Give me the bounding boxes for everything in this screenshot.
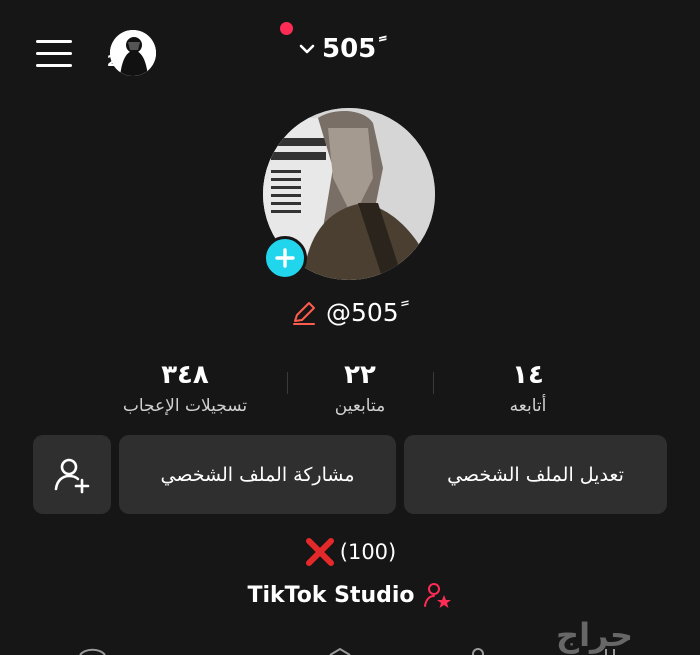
notification-count: 2: [107, 52, 118, 70]
account-name: 505ً: [322, 34, 377, 64]
account-switcher[interactable]: 505ً: [298, 34, 376, 64]
pencil-icon: [293, 301, 315, 325]
notification-dot: [280, 22, 293, 35]
followers-label: متابعين: [334, 396, 386, 416]
bio[interactable]: (100): [0, 536, 700, 568]
stat-divider: [433, 372, 434, 394]
following-label: أتابعه: [509, 396, 547, 416]
watermark: حراج: [556, 616, 633, 654]
tiktok-studio-link[interactable]: TikTok Studio: [0, 580, 700, 610]
following-stat[interactable]: ١٤ أتابعه: [438, 360, 618, 416]
studio-label: TikTok Studio: [247, 582, 415, 608]
stat-divider: [287, 372, 288, 394]
menu-icon[interactable]: [36, 40, 72, 68]
add-user-icon: [54, 458, 90, 493]
edit-profile-button[interactable]: تعديل الملف الشخصي: [404, 435, 667, 514]
bio-text: (100): [339, 540, 397, 564]
creator-star-icon: [423, 583, 451, 608]
plus-icon: [275, 248, 295, 268]
profile-handle: @505ً: [326, 298, 399, 327]
followers-count: ٢٢: [344, 360, 376, 390]
cross-mark-icon: [305, 538, 334, 566]
share-profile-button[interactable]: مشاركة الملف الشخصي: [119, 435, 396, 514]
chevron-down-icon: [299, 44, 315, 54]
likes-stat[interactable]: ٣٤٨ تسجيلات الإعجاب: [95, 360, 275, 416]
following-count: ١٤: [512, 360, 544, 390]
likes-count: ٣٤٨: [161, 360, 209, 390]
likes-label: تسجيلات الإعجاب: [122, 396, 248, 416]
followers-stat[interactable]: ٢٢ متابعين: [290, 360, 430, 416]
username-row[interactable]: @505ً: [290, 298, 399, 327]
add-photo-button[interactable]: [263, 236, 307, 280]
add-friend-button[interactable]: [33, 435, 111, 514]
